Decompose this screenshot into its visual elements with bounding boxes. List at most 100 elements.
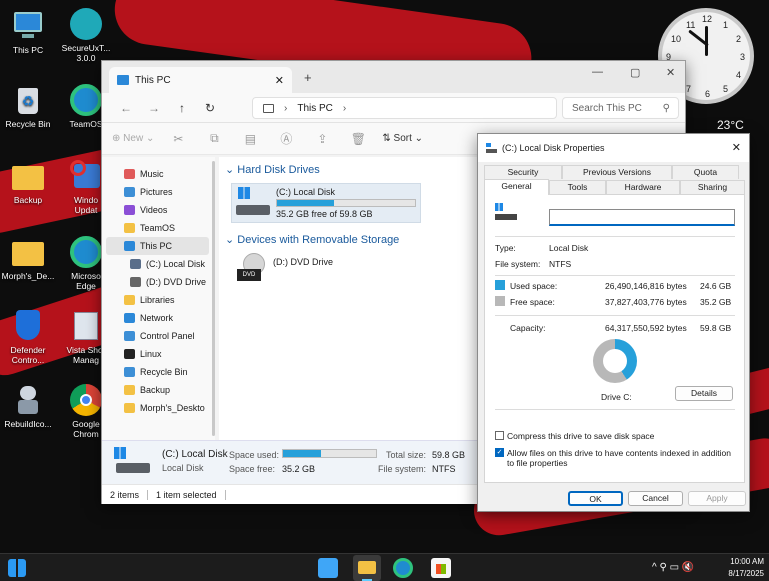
index-checkbox[interactable]: ✓ [495,448,504,457]
up-icon[interactable]: ↑ [168,101,196,115]
sidebar-item-label: (D:) DVD Drive [146,277,206,287]
sidebar-item[interactable]: This PC [106,237,209,255]
hard-drive-icon [495,203,517,221]
refresh-icon[interactable]: ↻ [196,101,224,115]
cancel-button[interactable]: Cancel [628,491,683,506]
maximize-icon[interactable]: ▢ [630,66,640,79]
tab-this-pc[interactable]: This PC ✕ [109,67,292,93]
recycle-bin-icon: ♻ [12,84,44,116]
drive-d-tile[interactable]: DVD (D:) DVD Drive [237,253,427,287]
store-taskbar-icon[interactable] [431,558,451,578]
plus-circle-icon: ⊕ [112,133,121,144]
network-icon[interactable]: ⚲ [659,562,666,573]
sidebar-item[interactable]: Morph's_Deskto [102,399,215,417]
ok-button[interactable]: OK [568,491,623,506]
sidebar-item[interactable]: Network [102,309,215,327]
share-icon[interactable]: ⇪ [310,132,334,146]
hard-drive-icon [236,187,270,219]
start-icon[interactable] [318,558,338,578]
tab-tools[interactable]: Tools [549,180,606,194]
space-used-bar [282,449,377,458]
chevron-right-icon: › [284,102,288,114]
sidebar-item-icon [124,313,135,323]
sidebar-item[interactable]: Backup [102,381,215,399]
widgets-icon[interactable] [8,559,26,577]
tab-hardware[interactable]: Hardware [606,180,680,194]
close-icon[interactable]: ✕ [732,141,741,154]
desktop-icon-morphs-desktop[interactable]: Morph's_De... [0,236,58,281]
sidebar-item[interactable]: Linux [102,345,215,363]
desktop-icon-this-pc[interactable]: This PC [0,10,58,55]
chevron-right-icon[interactable]: › [343,103,346,114]
taskbar-date[interactable]: 8/17/2025 [720,569,764,578]
sidebar-item[interactable]: (D:) DVD Drive [102,273,215,291]
drive-name-input[interactable] [549,209,735,226]
chevron-up-icon[interactable]: ^ [652,562,657,573]
display-icon[interactable]: ▭ [670,562,679,573]
back-icon[interactable]: ← [112,101,140,115]
desktop-icon-rebuild-icons[interactable]: RebuildIco... [0,384,58,429]
tab-sharing[interactable]: Sharing [680,180,745,194]
desktop-icon-defender-control[interactable]: Defender Contro... [0,310,58,365]
forward-icon[interactable]: → [140,101,168,115]
breadcrumb-this-pc[interactable]: This PC [297,103,333,114]
dialog-tabs: Security Previous Versions Quota General… [478,162,749,195]
compress-checkbox[interactable] [495,431,504,440]
rename-icon[interactable]: Ⓐ [274,130,298,147]
group-removable-storage[interactable]: ⌄ Devices with Removable Storage [225,233,399,246]
sidebar-item-label: Videos [140,205,168,215]
sidebar-item[interactable]: Pictures [102,183,215,201]
hard-drive-icon [114,447,150,477]
cut-icon[interactable]: ✂ [166,132,190,146]
desktop-icon-recycle-bin[interactable]: ♻ Recycle Bin [0,84,58,129]
tab-close-icon[interactable]: ✕ [275,74,284,87]
sidebar-item-label: Network [140,313,174,323]
search-input[interactable]: Search This PC ⚲ [562,97,679,119]
desktop-icon-secureux[interactable]: SecureUxT... 3.0.0 [56,8,116,63]
divider [495,236,735,237]
sidebar-item[interactable]: Videos [102,201,215,219]
sidebar-item[interactable]: Control Panel [102,327,215,345]
sidebar-item[interactable]: Music [102,165,215,183]
tab-quota[interactable]: Quota [672,165,739,179]
windows-update-icon [70,160,102,192]
sidebar-item[interactable]: TeamOS [102,219,215,237]
paste-icon[interactable]: ▤ [238,132,262,146]
delete-icon[interactable]: 🗑 [346,132,370,146]
minimize-icon[interactable]: — [592,66,603,78]
monitor-icon [263,103,274,113]
chevron-down-icon: ⌄ [225,164,235,176]
sidebar-item[interactable]: Recycle Bin [102,363,215,381]
sidebar-item-icon [124,295,135,305]
sidebar-item[interactable]: Libraries [102,291,215,309]
new-button[interactable]: ⊕ New ⌄ [112,133,154,144]
taskbar-time[interactable]: 10:00 AM [720,557,764,566]
tab-previous-versions[interactable]: Previous Versions [562,165,672,179]
file-explorer-taskbar-icon[interactable] [353,555,381,581]
tab-security[interactable]: Security [484,165,562,179]
copy-icon[interactable]: ⧉ [202,131,226,146]
desktop-icon-backup[interactable]: Backup [0,160,58,205]
properties-dialog: (C:) Local Disk Properties ✕ Security Pr… [477,133,750,512]
apply-button[interactable]: Apply [688,491,746,506]
shield-icon [12,310,44,342]
group-hard-disk-drives[interactable]: ⌄ Hard Disk Drives [225,163,320,176]
tab-general[interactable]: General [484,179,549,195]
address-box[interactable]: › This PC › [252,97,557,119]
sort-button[interactable]: ⇅ Sort ⌄ [382,133,423,144]
sidebar-item-icon [130,259,141,269]
edge-taskbar-icon[interactable] [393,558,413,578]
sidebar-item-icon [124,241,135,251]
sidebar-scrollbar[interactable] [212,161,215,436]
new-tab-icon[interactable]: + [304,70,312,85]
close-icon[interactable]: ✕ [666,66,675,79]
tray-icons[interactable]: ^ ⚲ ▭ 🔇 [652,562,694,573]
drive-c-tile[interactable]: (C:) Local Disk 35.2 GB free of 59.8 GB [231,183,421,223]
edge-icon [70,84,102,116]
desktop: This PC SecureUxT... 3.0.0 ♻ Recycle Bin… [0,0,769,553]
details-button[interactable]: Details [675,386,733,401]
used-space-swatch [495,280,505,290]
robot-icon [12,384,44,416]
sidebar-item[interactable]: (C:) Local Disk [102,255,215,273]
volume-mute-icon[interactable]: 🔇 [682,562,694,573]
